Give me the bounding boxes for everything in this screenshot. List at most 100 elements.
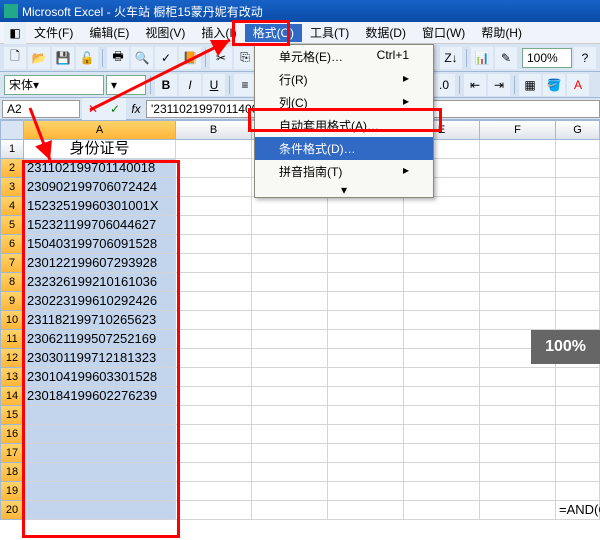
- row-header[interactable]: 7: [0, 254, 24, 273]
- menu-item[interactable]: 条件格式(D)…: [255, 137, 433, 160]
- cell[interactable]: [176, 387, 252, 406]
- cell[interactable]: 230621199507252169: [24, 330, 176, 349]
- cell[interactable]: [328, 349, 404, 368]
- cell[interactable]: [252, 463, 328, 482]
- cell[interactable]: [404, 311, 480, 330]
- cell[interactable]: [176, 159, 252, 178]
- cut-icon[interactable]: ✂: [210, 47, 232, 69]
- cell[interactable]: [252, 425, 328, 444]
- cell[interactable]: [556, 368, 600, 387]
- cell[interactable]: [328, 254, 404, 273]
- cell[interactable]: [176, 140, 252, 159]
- cell[interactable]: [556, 425, 600, 444]
- fx-icon[interactable]: fx: [126, 102, 146, 116]
- cell[interactable]: [480, 482, 556, 501]
- save-icon[interactable]: 💾: [52, 47, 74, 69]
- font-name-select[interactable]: 宋体 ▾: [4, 75, 104, 95]
- cell[interactable]: [328, 368, 404, 387]
- menu-item[interactable]: 拼音指南(T)▸: [255, 160, 433, 183]
- menu-window[interactable]: 窗口(W): [414, 24, 473, 42]
- menu-item[interactable]: 单元格(E)…Ctrl+1: [255, 45, 433, 68]
- copy-icon[interactable]: ⎘: [234, 47, 256, 69]
- research-icon[interactable]: 📙: [179, 47, 201, 69]
- menu-data[interactable]: 数据(D): [357, 24, 414, 42]
- cell[interactable]: [328, 273, 404, 292]
- cell[interactable]: [480, 178, 556, 197]
- cell[interactable]: 230104199603301528: [24, 368, 176, 387]
- cell[interactable]: [328, 330, 404, 349]
- cell[interactable]: [480, 406, 556, 425]
- cell[interactable]: [24, 501, 176, 520]
- cell[interactable]: [328, 444, 404, 463]
- menu-expand-icon[interactable]: ▾: [255, 183, 433, 197]
- cell[interactable]: [556, 292, 600, 311]
- cell[interactable]: [556, 482, 600, 501]
- row-header[interactable]: 9: [0, 292, 24, 311]
- cell[interactable]: [176, 216, 252, 235]
- cell[interactable]: [556, 311, 600, 330]
- menu-format[interactable]: 格式(O): [245, 24, 302, 42]
- font-size-select[interactable]: ▾: [106, 75, 146, 95]
- cell[interactable]: [556, 159, 600, 178]
- dec-indent-icon[interactable]: ⇤: [464, 74, 486, 96]
- row-header[interactable]: 19: [0, 482, 24, 501]
- cell[interactable]: [404, 216, 480, 235]
- cell[interactable]: [404, 368, 480, 387]
- cell[interactable]: [480, 254, 556, 273]
- cell[interactable]: [556, 387, 600, 406]
- row-header[interactable]: 14: [0, 387, 24, 406]
- cell[interactable]: [404, 197, 480, 216]
- cell[interactable]: [252, 273, 328, 292]
- row-header[interactable]: 18: [0, 463, 24, 482]
- cell[interactable]: [480, 235, 556, 254]
- row-header[interactable]: 10: [0, 311, 24, 330]
- cell[interactable]: 身份证号: [24, 140, 176, 159]
- menu-item[interactable]: 列(C)▸: [255, 91, 433, 114]
- cell[interactable]: [480, 387, 556, 406]
- cell[interactable]: [176, 235, 252, 254]
- cell[interactable]: 231102199701140018: [24, 159, 176, 178]
- cell[interactable]: [480, 368, 556, 387]
- sort-desc-icon[interactable]: Z↓: [440, 47, 462, 69]
- row-header[interactable]: 6: [0, 235, 24, 254]
- permission-icon[interactable]: 🔓: [76, 47, 98, 69]
- cell[interactable]: [176, 273, 252, 292]
- cell[interactable]: [480, 501, 556, 520]
- cell[interactable]: [176, 425, 252, 444]
- cell[interactable]: [252, 235, 328, 254]
- cell[interactable]: [404, 463, 480, 482]
- cell[interactable]: [328, 387, 404, 406]
- cell[interactable]: [404, 235, 480, 254]
- menu-help[interactable]: 帮助(H): [473, 24, 530, 42]
- cell[interactable]: [176, 444, 252, 463]
- dec-decimal-icon[interactable]: .0: [433, 74, 455, 96]
- cell[interactable]: [556, 406, 600, 425]
- row-header[interactable]: 11: [0, 330, 24, 349]
- cell[interactable]: [252, 501, 328, 520]
- cell[interactable]: 15232519960301001X: [24, 197, 176, 216]
- menu-view[interactable]: 视图(V): [137, 24, 193, 42]
- row-header[interactable]: 20: [0, 501, 24, 520]
- cell[interactable]: [556, 444, 600, 463]
- cell[interactable]: 230902199706072424: [24, 178, 176, 197]
- cell[interactable]: [328, 406, 404, 425]
- print-icon[interactable]: 🖶: [107, 47, 129, 69]
- cell[interactable]: [480, 197, 556, 216]
- cell[interactable]: [404, 425, 480, 444]
- italic-icon[interactable]: I: [179, 74, 201, 96]
- cell[interactable]: [176, 178, 252, 197]
- row-header[interactable]: 13: [0, 368, 24, 387]
- cell[interactable]: [480, 216, 556, 235]
- cell[interactable]: [480, 273, 556, 292]
- cell[interactable]: [328, 197, 404, 216]
- cell[interactable]: [252, 292, 328, 311]
- cell[interactable]: [176, 311, 252, 330]
- cell[interactable]: [556, 463, 600, 482]
- cell[interactable]: [176, 501, 252, 520]
- cell[interactable]: [176, 482, 252, 501]
- cell[interactable]: [252, 254, 328, 273]
- cell[interactable]: [556, 273, 600, 292]
- cell[interactable]: [404, 330, 480, 349]
- cell[interactable]: [556, 178, 600, 197]
- cell[interactable]: [24, 406, 176, 425]
